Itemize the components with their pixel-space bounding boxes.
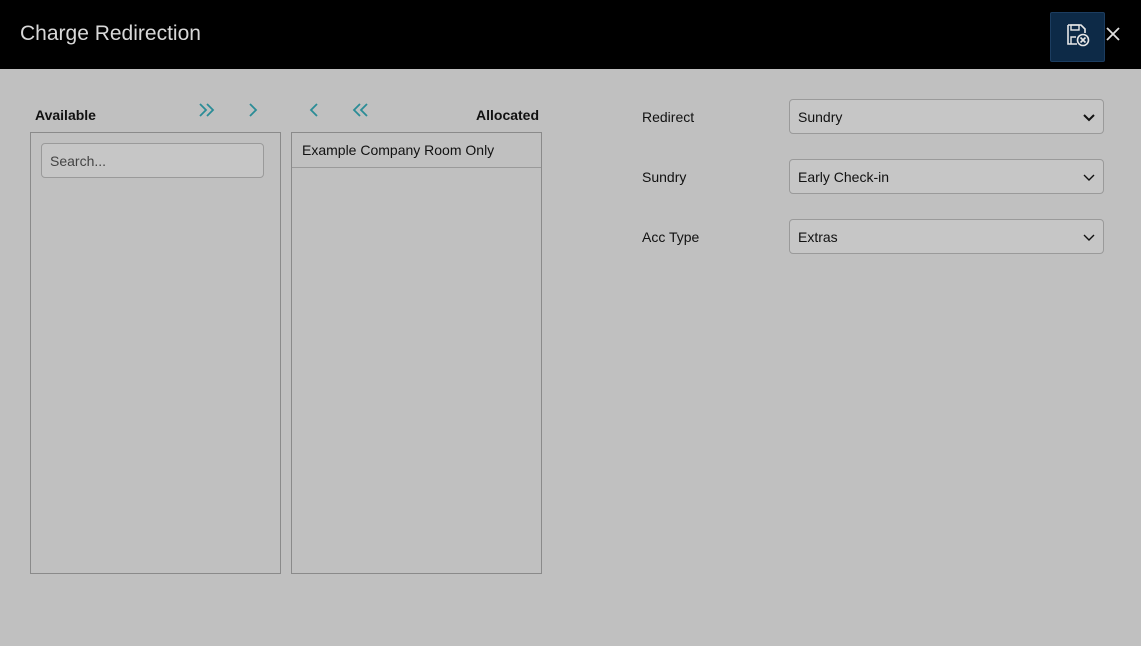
move-all-right-button[interactable] <box>196 102 218 122</box>
allocated-label: Allocated <box>476 107 540 123</box>
sundry-label: Sundry <box>642 169 687 185</box>
chevron-down-icon <box>1083 229 1095 245</box>
search-input[interactable] <box>41 143 264 178</box>
close-button[interactable] <box>1103 26 1123 46</box>
sundry-select[interactable]: Early Check-in <box>789 159 1104 194</box>
move-left-button[interactable] <box>303 102 325 122</box>
move-all-left-button[interactable] <box>349 102 371 122</box>
modal-title: Charge Redirection <box>20 22 201 45</box>
acc-type-label: Acc Type <box>642 229 700 245</box>
redirect-label: Redirect <box>642 109 695 125</box>
sundry-value: Early Check-in <box>798 168 890 185</box>
double-chevron-right-icon <box>198 102 216 122</box>
double-chevron-left-icon <box>351 102 369 122</box>
allocated-list[interactable]: Example Company Room Only <box>291 132 542 574</box>
chevron-right-icon <box>247 102 259 122</box>
available-list[interactable] <box>30 132 281 574</box>
chevron-left-icon <box>308 102 320 122</box>
close-icon <box>1105 26 1121 47</box>
redirect-select[interactable]: Sundry <box>789 99 1104 134</box>
acc-type-select[interactable]: Extras <box>789 219 1104 254</box>
chevron-down-icon <box>1083 169 1095 185</box>
chevron-down-icon <box>1083 109 1095 125</box>
modal-header: Charge Redirection <box>0 0 1141 69</box>
move-right-button[interactable] <box>242 102 264 122</box>
available-label: Available <box>35 107 96 123</box>
save-cancel-icon <box>1065 23 1091 52</box>
list-item[interactable]: Example Company Room Only <box>292 133 541 168</box>
save-button[interactable] <box>1050 12 1105 62</box>
acc-type-value: Extras <box>798 228 838 245</box>
redirect-value: Sundry <box>798 108 843 125</box>
